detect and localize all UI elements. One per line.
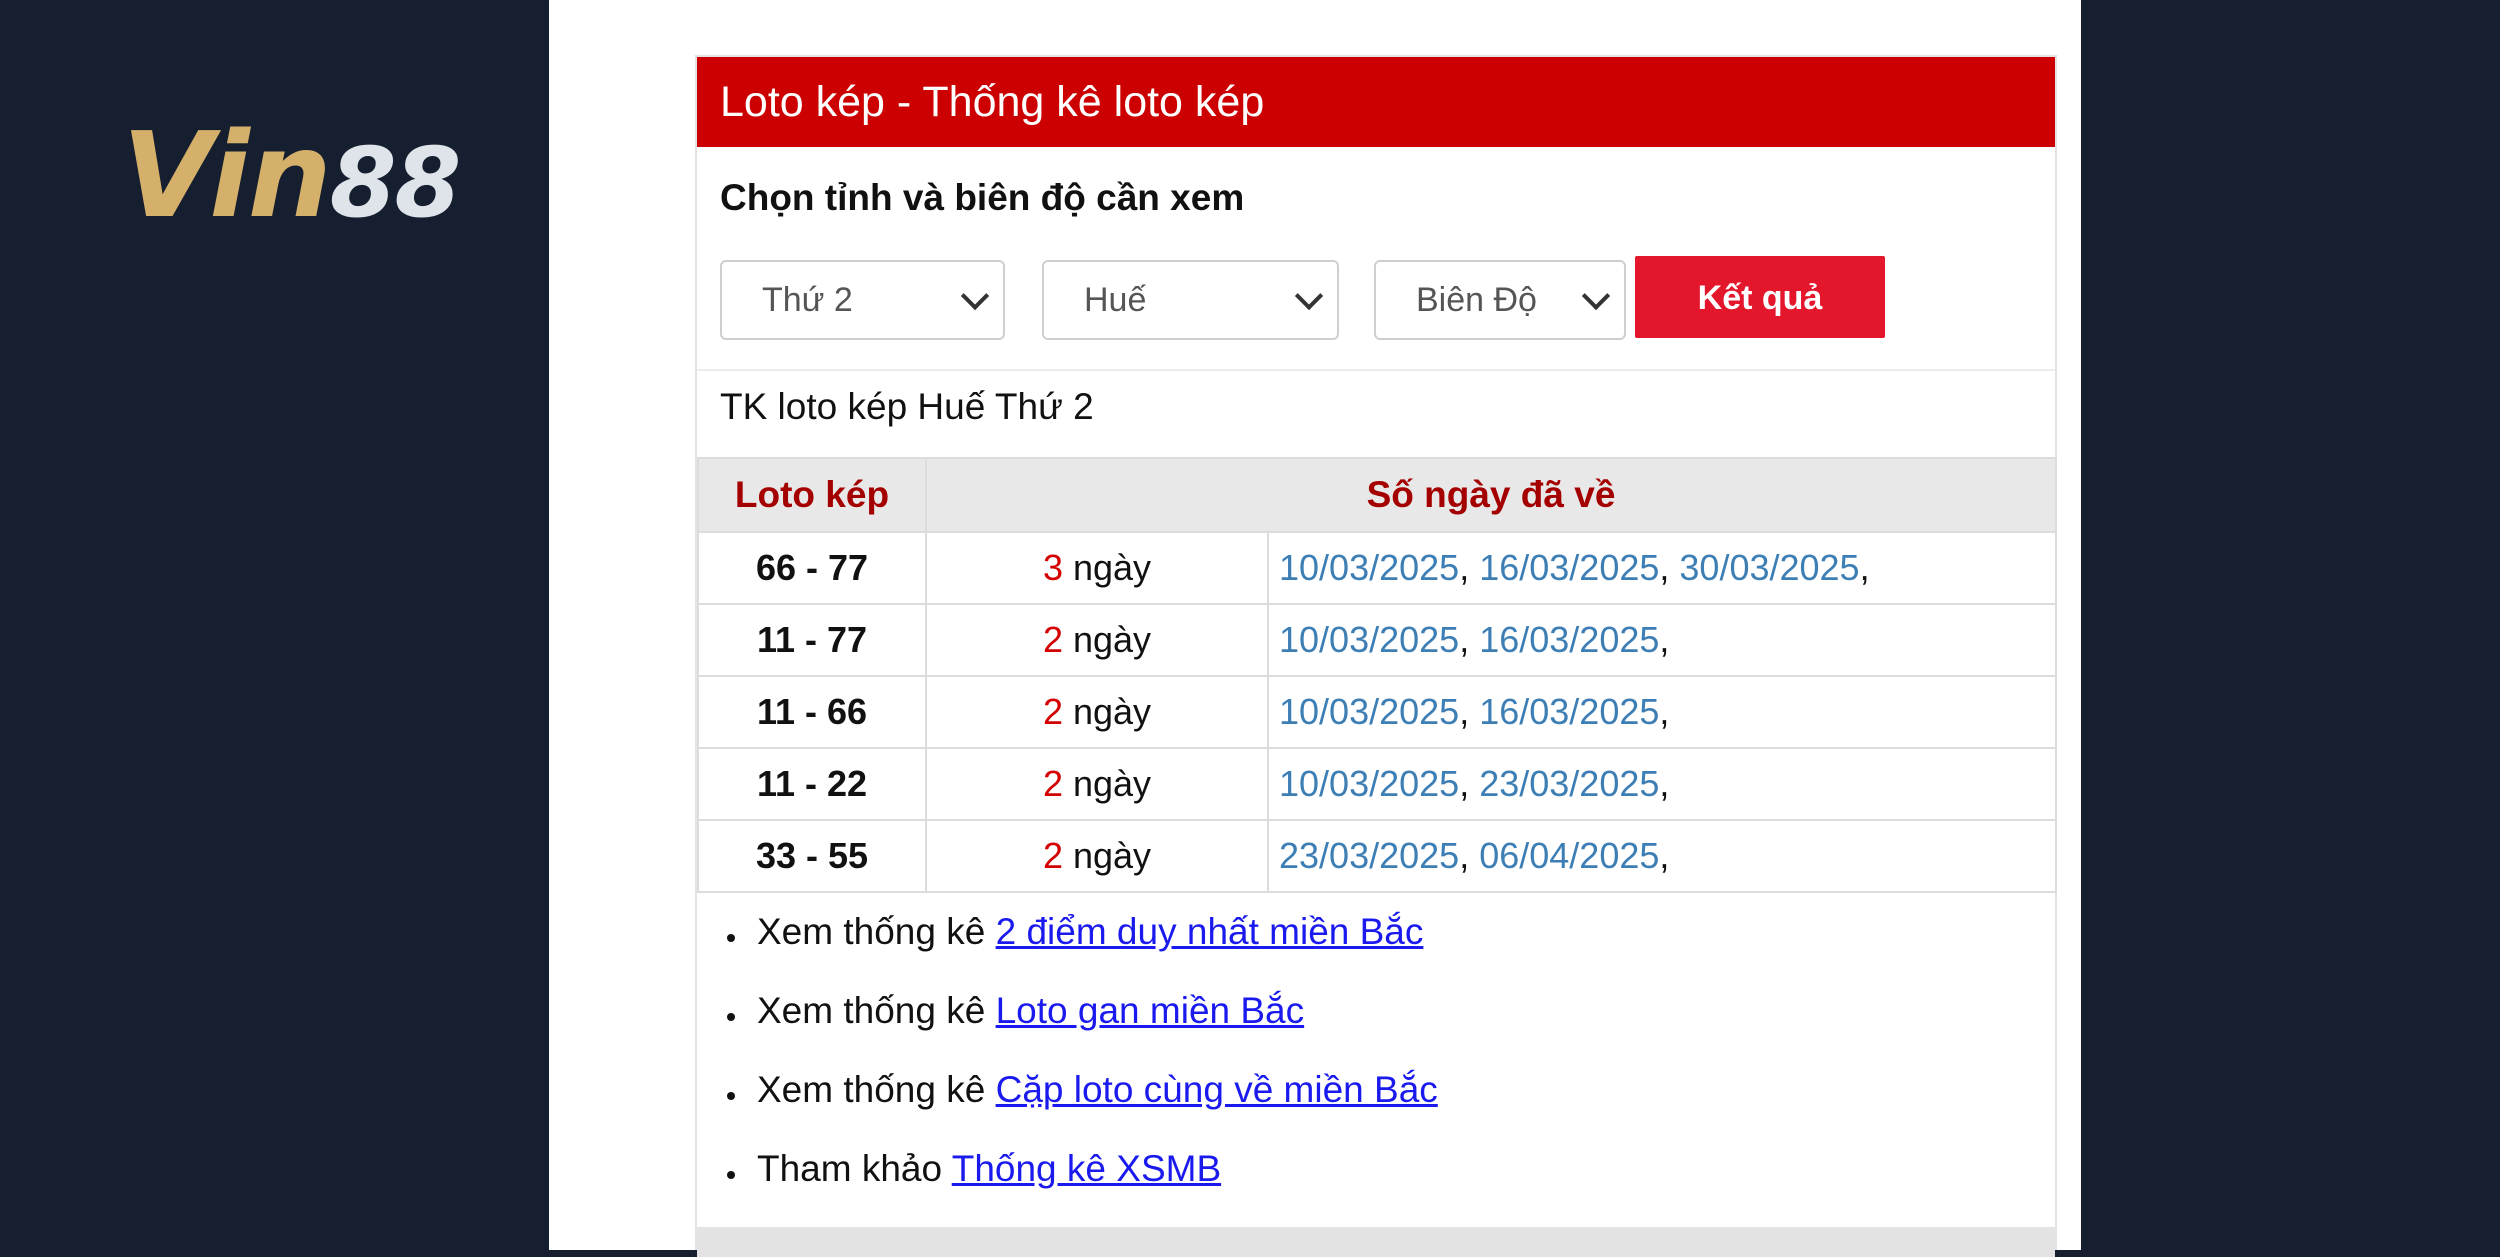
loto-pair: 11 - 66 (697, 675, 927, 749)
stat-link[interactable]: 2 điểm duy nhất miền Bắc (996, 911, 1424, 952)
day-count-number: 3 (1042, 547, 1063, 588)
date-link[interactable]: 23/03/2025 (1279, 835, 1459, 876)
day-select[interactable]: Thứ 2 (720, 260, 1005, 340)
day-count-unit: ngày (1072, 619, 1152, 660)
link-prefix: Xem thống kê (757, 990, 986, 1031)
date-list: 10/03/2025, 16/03/2025, (1267, 675, 2057, 749)
footer-bar (697, 1227, 2055, 1257)
link-prefix: Xem thống kê (757, 1069, 986, 1110)
link-prefix: Tham khảo (757, 1148, 943, 1189)
range-select-value: Biên Độ (1416, 281, 1537, 319)
date-list: 10/03/2025, 23/03/2025, (1267, 747, 2057, 821)
list-item: Tham khảo Thống kê XSMB (697, 1144, 1438, 1223)
loto-pair: 11 - 77 (697, 603, 927, 677)
day-count-number: 2 (1042, 691, 1063, 732)
stat-link[interactable]: Cặp loto cùng về miền Bắc (996, 1069, 1438, 1110)
date-list: 10/03/2025, 16/03/2025, 30/03/2025, (1267, 531, 2057, 605)
date-link[interactable]: 23/03/2025 (1479, 763, 1659, 804)
day-select-value: Thứ 2 (762, 281, 853, 319)
list-item: Xem thống kê Cặp loto cùng về miền Bắc (697, 1065, 1438, 1144)
results-table: Loto kép Số ngày đã về 66 - 77 3 ngày 10/0… (697, 457, 2057, 893)
day-count-unit: ngày (1072, 547, 1152, 588)
day-count-unit: ngày (1072, 763, 1152, 804)
logo-text-88: 88 (329, 127, 462, 239)
date-link[interactable]: 16/03/2025 (1479, 691, 1659, 732)
table-header-row: Loto kép Số ngày đã về (697, 457, 2057, 533)
loto-kep-widget: Loto kép - Thống kê loto kép Chọn tỉnh v… (695, 55, 2057, 1257)
day-count-number: 2 (1042, 835, 1063, 876)
day-count-unit: ngày (1072, 691, 1152, 732)
day-count: 2 ngày (925, 675, 1269, 749)
day-count-number: 2 (1042, 763, 1063, 804)
choose-label: Chọn tỉnh và biên độ cần xem (720, 177, 1245, 218)
loto-pair: 33 - 55 (697, 819, 927, 893)
logo-text-vin: Vin (122, 106, 332, 244)
date-link[interactable]: 16/03/2025 (1479, 547, 1659, 588)
date-link[interactable]: 10/03/2025 (1279, 763, 1459, 804)
table-row: 33 - 55 2 ngày 23/03/2025, 06/04/2025, (697, 819, 2057, 893)
table-row: 11 - 22 2 ngày 10/03/2025, 23/03/2025, (697, 747, 2057, 821)
day-count: 3 ngày (925, 531, 1269, 605)
link-prefix: Xem thống kê (757, 911, 986, 952)
widget-title: Loto kép - Thống kê loto kép (697, 57, 2055, 147)
list-item: Xem thống kê 2 điểm duy nhất miền Bắc (697, 907, 1438, 986)
day-count-unit: ngày (1072, 835, 1152, 876)
content-page: Loto kép - Thống kê loto kép Chọn tỉnh v… (549, 0, 2081, 1257)
header-loto-kep: Loto kép (697, 457, 927, 533)
date-link[interactable]: 30/03/2025 (1679, 547, 1859, 588)
loto-pair: 66 - 77 (697, 531, 927, 605)
table-row: 66 - 77 3 ngày 10/03/2025, 16/03/2025, 30/… (697, 531, 2057, 605)
day-count: 2 ngày (925, 747, 1269, 821)
related-links: Xem thống kê 2 điểm duy nhất miền Bắc Xem… (697, 907, 1438, 1223)
date-list: 23/03/2025, 06/04/2025, (1267, 819, 2057, 893)
date-link[interactable]: 10/03/2025 (1279, 547, 1459, 588)
province-select[interactable]: Huế (1042, 260, 1339, 340)
table-row: 11 - 77 2 ngày 10/03/2025, 16/03/2025, (697, 603, 2057, 677)
table-row: 11 - 66 2 ngày 10/03/2025, 16/03/2025, (697, 675, 2057, 749)
date-link[interactable]: 10/03/2025 (1279, 691, 1459, 732)
stat-link[interactable]: Thống kê XSMB (952, 1148, 1221, 1189)
loto-pair: 11 - 22 (697, 747, 927, 821)
date-link[interactable]: 10/03/2025 (1279, 619, 1459, 660)
vin88-logo: Vin88 (122, 110, 482, 240)
chevron-down-icon (1294, 281, 1324, 311)
list-item: Xem thống kê Loto gan miền Bắc (697, 986, 1438, 1065)
stat-link[interactable]: Loto gan miền Bắc (996, 990, 1305, 1031)
date-link[interactable]: 06/04/2025 (1479, 835, 1659, 876)
day-count-number: 2 (1042, 619, 1063, 660)
result-subtitle: TK loto kép Huế Thứ 2 (720, 386, 1094, 427)
divider (697, 369, 2055, 371)
range-select[interactable]: Biên Độ (1374, 260, 1626, 340)
header-so-ngay: Số ngày đã về (925, 457, 2057, 533)
chevron-down-icon (1581, 281, 1611, 311)
date-list: 10/03/2025, 16/03/2025, (1267, 603, 2057, 677)
day-count: 2 ngày (925, 603, 1269, 677)
date-link[interactable]: 16/03/2025 (1479, 619, 1659, 660)
day-count: 2 ngày (925, 819, 1269, 893)
province-select-value: Huế (1084, 281, 1147, 319)
submit-button[interactable]: Kết quả (1635, 256, 1885, 338)
chevron-down-icon (960, 281, 990, 311)
